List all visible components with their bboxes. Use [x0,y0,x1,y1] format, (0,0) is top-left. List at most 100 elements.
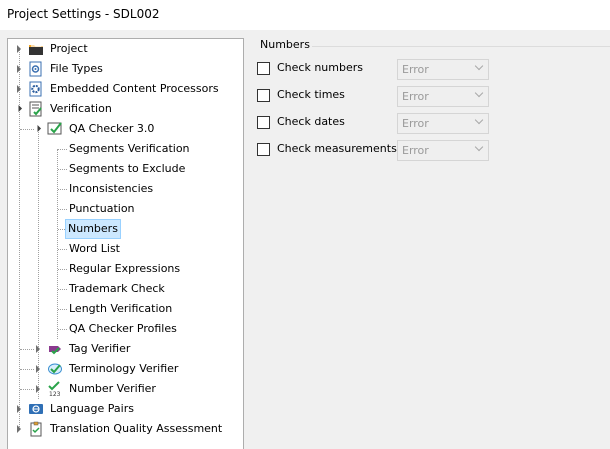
group-title: Numbers [260,38,310,51]
number-verifier-icon: 123 [47,381,63,398]
check-measurements-checkbox[interactable] [257,143,270,156]
tree-guide-line [58,209,67,210]
tree-item-label-selected: Numbers [65,219,121,239]
chevron-down-icon [474,61,484,71]
tree-item-label: Project [50,42,88,55]
tree-item-trademark-check[interactable]: Trademark Check [8,279,243,299]
tree-guide-line [58,329,67,330]
expand-arrow-icon[interactable] [36,385,40,393]
tree-item-length-verification[interactable]: Length Verification [8,299,243,319]
chevron-down-icon [474,88,484,98]
collapse-arrow-icon[interactable] [33,124,42,133]
tree-guide-line [20,129,34,130]
tree-item-translation-quality-assessment[interactable]: Translation Quality Assessment [8,419,243,439]
tree-item-label: Translation Quality Assessment [50,422,223,435]
expand-arrow-icon[interactable] [17,45,21,53]
tree-item-label: Verification [50,102,112,115]
tree-item-numbers[interactable]: Numbers [8,219,243,239]
tree-item-number-verifier[interactable]: 123 Number Verifier [8,379,243,399]
tree-guide-line [58,149,67,150]
tree-item-segments-to-exclude[interactable]: Segments to Exclude [8,159,243,179]
gear-document-icon [28,81,44,97]
title-bar: Project Settings - SDL002 [0,0,610,30]
expand-arrow-icon[interactable] [36,345,40,353]
tree-item-label: File Types [50,62,103,75]
tree-item-label: Length Verification [69,302,173,315]
chevron-down-icon [474,115,484,125]
severity-value: Error [402,144,429,157]
tree-guide-line [58,249,67,250]
verification-icon [28,101,44,117]
tree-guide-line [58,189,67,190]
language-pairs-icon [28,401,44,417]
severity-value: Error [402,90,429,103]
tree-item-label: Embedded Content Processors [50,82,219,95]
tree-item-label: QA Checker 3.0 [69,122,155,135]
check-times-checkbox[interactable] [257,89,270,102]
tree-item-qa-checker[interactable]: QA Checker 3.0 [8,119,243,139]
tree-item-label: Language Pairs [50,402,134,415]
qa-checker-icon [47,121,63,137]
chevron-down-icon [474,142,484,152]
tree-item-verification[interactable]: Verification [8,99,243,119]
tree-guide-line [58,169,67,170]
tree-item-label: Segments Verification [69,142,190,155]
check-times-severity-select[interactable]: Error [397,86,489,107]
expand-arrow-icon[interactable] [17,405,21,413]
tree-item-inconsistencies[interactable]: Inconsistencies [8,179,243,199]
tree-item-label: Segments to Exclude [69,162,186,175]
tree-guide-line [58,229,65,230]
dialog-body: Project File Types Embedded Content Proc… [0,30,610,449]
tree-item-file-types[interactable]: File Types [8,59,243,79]
check-measurements-label[interactable]: Check measurements [277,142,397,155]
collapse-arrow-icon[interactable] [14,104,23,113]
tree-item-label: Number Verifier [69,382,156,395]
tree-item-word-list[interactable]: Word List [8,239,243,259]
file-types-icon [28,61,44,77]
clipboard-icon [28,421,44,437]
tree-item-tag-verifier[interactable]: Tag Verifier [8,339,243,359]
check-numbers-severity-select[interactable]: Error [397,59,489,80]
check-dates-checkbox[interactable] [257,116,270,129]
tree-item-label: Punctuation [69,202,135,215]
svg-text:123: 123 [49,391,61,397]
terminology-verifier-icon [47,361,63,377]
expand-arrow-icon[interactable] [17,65,21,73]
tree-item-label: Inconsistencies [69,182,154,195]
tree-item-segments-verification[interactable]: Segments Verification [8,139,243,159]
tag-verifier-icon [47,341,63,357]
tree-item-qa-checker-profiles[interactable]: QA Checker Profiles [8,319,243,339]
check-times-label[interactable]: Check times [277,88,345,101]
tree-item-label: Word List [69,242,120,255]
tree-item-label: Regular Expressions [69,262,181,275]
tree-item-language-pairs[interactable]: Language Pairs [8,399,243,419]
severity-value: Error [402,63,429,76]
expand-arrow-icon[interactable] [17,425,21,433]
check-dates-label[interactable]: Check dates [277,115,345,128]
tree-item-label: Tag Verifier [69,342,131,355]
check-numbers-label[interactable]: Check numbers [277,61,363,74]
tree-item-regular-expressions[interactable]: Regular Expressions [8,259,243,279]
tree-guide-line [20,349,34,350]
tree-item-project[interactable]: Project [8,39,243,59]
settings-tree[interactable]: Project File Types Embedded Content Proc… [7,38,244,449]
tree-guide-line [58,309,67,310]
tree-item-embedded-content-processors[interactable]: Embedded Content Processors [8,79,243,99]
tree-item-punctuation[interactable]: Punctuation [8,199,243,219]
tree-guide-line [58,269,67,270]
severity-value: Error [402,117,429,130]
check-measurements-severity-select[interactable]: Error [397,140,489,161]
tree-guide-line [20,389,34,390]
tree-item-label: Terminology Verifier [69,362,179,375]
tree-guide-line [20,369,34,370]
expand-arrow-icon[interactable] [17,85,21,93]
tree-item-label: Trademark Check [69,282,165,295]
tree-item-label: QA Checker Profiles [69,322,177,335]
check-dates-severity-select[interactable]: Error [397,113,489,134]
check-numbers-checkbox[interactable] [257,62,270,75]
tree-item-terminology-verifier[interactable]: Terminology Verifier [8,359,243,379]
tree-guide-line [58,289,67,290]
folder-icon [28,41,44,57]
window-title: Project Settings - SDL002 [7,7,160,21]
expand-arrow-icon[interactable] [36,365,40,373]
